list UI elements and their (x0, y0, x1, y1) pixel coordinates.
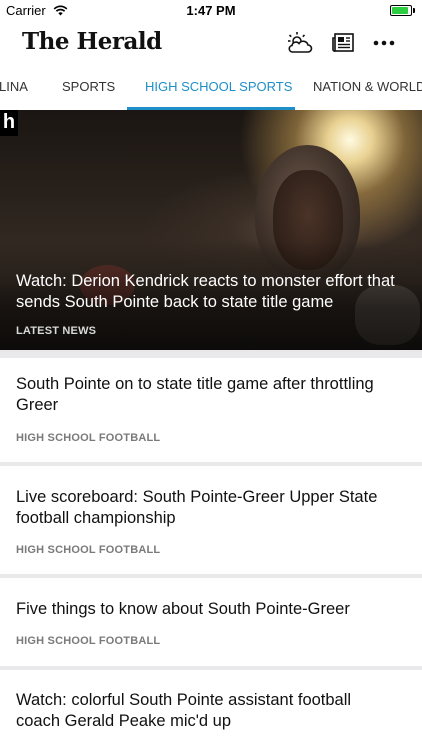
article-category: HIGH SCHOOL FOOTBALL (16, 635, 161, 647)
article-headline[interactable]: South Pointe on to state title game afte… (16, 374, 396, 416)
article-card[interactable]: South Pointe on to state title game afte… (0, 358, 422, 462)
status-time: 1:47 PM (186, 3, 236, 18)
battery-tip (413, 8, 415, 13)
video-badge-icon: h (0, 110, 18, 136)
section-tabs: LINA SPORTS HIGH SCHOOL SPORTS NATION & … (0, 64, 422, 110)
article-category: HIGH SCHOOL FOOTBALL (16, 544, 161, 556)
hero-headline[interactable]: Watch: Derion Kendrick reacts to monster… (16, 271, 412, 313)
hero-category: LATEST NEWS (16, 325, 97, 337)
tab-carolina[interactable]: LINA (0, 79, 28, 94)
article-headline[interactable]: Watch: colorful South Pointe assistant f… (16, 690, 396, 732)
hero-image[interactable] (0, 110, 422, 350)
article-card[interactable]: Five things to know about South Pointe-G… (0, 578, 422, 666)
app-bar: The Herald (0, 22, 422, 64)
article-category: HIGH SCHOOL FOOTBALL (16, 432, 161, 444)
article-card[interactable]: Watch: colorful South Pointe assistant f… (0, 670, 422, 750)
newspaper-icon[interactable] (332, 33, 354, 53)
article-headline[interactable]: Live scoreboard: South Pointe-Greer Uppe… (16, 487, 396, 529)
tab-high-school-sports[interactable]: HIGH SCHOOL SPORTS (145, 79, 292, 94)
article-card[interactable]: Live scoreboard: South Pointe-Greer Uppe… (0, 466, 422, 574)
status-bar: Carrier 1:47 PM (0, 0, 422, 22)
brand-logo[interactable]: The Herald (22, 28, 162, 55)
article-headline[interactable]: Five things to know about South Pointe-G… (16, 599, 396, 620)
more-icon[interactable] (373, 40, 395, 46)
tab-nation-world[interactable]: NATION & WORLD (313, 79, 422, 94)
tab-sports[interactable]: SPORTS (62, 79, 115, 94)
weather-icon[interactable] (286, 31, 314, 55)
battery-icon (390, 5, 412, 16)
